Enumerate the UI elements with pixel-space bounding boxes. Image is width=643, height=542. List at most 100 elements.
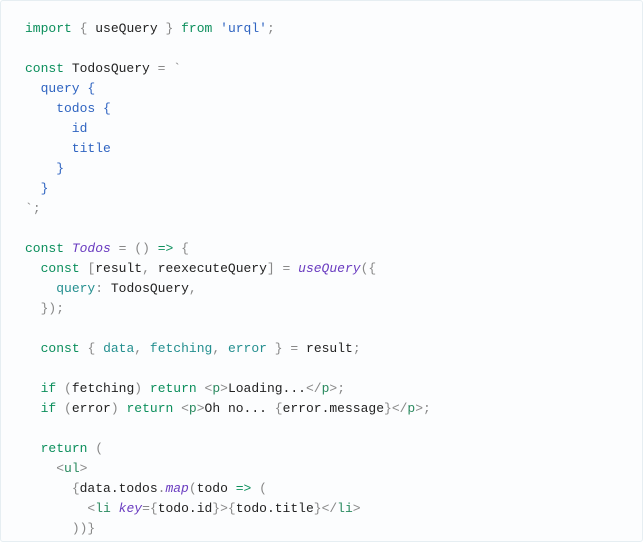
kw-const: const [25, 241, 64, 256]
kw-const: const [25, 61, 64, 76]
cond-error: error [72, 401, 111, 416]
paren-open: ( [64, 401, 72, 416]
kw-import: import [25, 21, 72, 36]
tag-p: p [189, 401, 197, 416]
brace-open: { [87, 341, 95, 356]
comma: , [189, 281, 197, 296]
comma: , [134, 341, 142, 356]
expr-error-message: error.message [283, 401, 384, 416]
angle-open: </ [392, 401, 408, 416]
tag-p: p [212, 381, 220, 396]
attr-key: key [119, 501, 142, 516]
brace-open: { [72, 481, 80, 496]
paren-open: ( [95, 441, 103, 456]
ident-useQuery: useQuery [95, 21, 157, 36]
tag-ul: ul [64, 461, 80, 476]
ident-TodosQuery: TodosQuery [111, 281, 189, 296]
tag-li: li [337, 501, 353, 516]
brace-close: } [384, 401, 392, 416]
paren-open: ( [259, 481, 267, 496]
semicolon: ; [423, 401, 431, 416]
kw-return: return [41, 441, 88, 456]
paren-open: ( [64, 381, 72, 396]
paren-open: ( [189, 481, 197, 496]
ident-data: data [103, 341, 134, 356]
brace-open: { [150, 501, 158, 516]
jsx-text: Oh no... [205, 401, 275, 416]
brace-open: { [368, 261, 376, 276]
bracket-close: ] [267, 261, 275, 276]
gql-line: } [25, 161, 64, 176]
brace-close: } [275, 341, 283, 356]
gql-line: id [25, 121, 87, 136]
angle-close: > [220, 381, 228, 396]
gql-line: } [25, 181, 48, 196]
tag-li: li [95, 501, 111, 516]
ident-fetching: fetching [150, 341, 212, 356]
brace-open: { [80, 21, 88, 36]
gql-line: query { [25, 81, 95, 96]
code-content: import { useQuery } from 'urql'; const T… [25, 19, 636, 542]
kw-const: const [41, 341, 80, 356]
gql-line: todos { [25, 101, 111, 116]
semicolon: ; [33, 201, 41, 216]
backtick: ` [25, 201, 33, 216]
angle-open: < [181, 401, 189, 416]
angle-open: </ [306, 381, 322, 396]
parens: () [134, 241, 150, 256]
ident-error: error [228, 341, 267, 356]
eq: = [142, 501, 150, 516]
brace-close: } [212, 501, 220, 516]
kw-return: return [126, 401, 173, 416]
eq: = [290, 341, 298, 356]
angle-open: </ [322, 501, 338, 516]
angle-close: > [197, 401, 205, 416]
angle-open: < [56, 461, 64, 476]
kw-if: if [41, 381, 57, 396]
fn-map: map [165, 481, 188, 496]
eq: = [119, 241, 127, 256]
arg-todo: todo [197, 481, 228, 496]
paren-close: ) [134, 381, 142, 396]
semicolon: ; [337, 381, 345, 396]
ident-result: result [95, 261, 142, 276]
angle-close: > [80, 461, 88, 476]
brace-close: } [314, 501, 322, 516]
ident-Todos: Todos [72, 241, 111, 256]
kw-from: from [181, 21, 212, 36]
cond-fetching: fetching [72, 381, 134, 396]
eq: = [283, 261, 291, 276]
kw-return: return [150, 381, 197, 396]
fn-useQuery: useQuery [298, 261, 360, 276]
semicolon: ; [56, 301, 64, 316]
expr-todo-id: todo.id [158, 501, 213, 516]
jsx-text: Loading... [228, 381, 306, 396]
semicolon: ; [353, 341, 361, 356]
brace-open: { [275, 401, 283, 416]
brace-open: { [181, 241, 189, 256]
brace-close: } [165, 21, 173, 36]
str-urql: 'urql' [220, 21, 267, 36]
angle-close: > [353, 501, 361, 516]
colon: : [95, 281, 103, 296]
semicolon: ; [267, 21, 275, 36]
comma: , [212, 341, 220, 356]
kw-const: const [41, 261, 80, 276]
backtick: ` [173, 61, 181, 76]
angle-close: > [415, 401, 423, 416]
brace-open: { [228, 501, 236, 516]
ident-result: result [306, 341, 353, 356]
code-block: import { useQuery } from 'urql'; const T… [0, 0, 643, 542]
prop-query: query [56, 281, 95, 296]
comma: , [142, 261, 150, 276]
expr-todo-title: todo.title [236, 501, 314, 516]
paren-close: ) [111, 401, 119, 416]
ident-reexecuteQuery: reexecuteQuery [158, 261, 267, 276]
expr-data-todos: data.todos [80, 481, 158, 496]
arrow: => [236, 481, 252, 496]
gql-line: title [25, 141, 111, 156]
paren-close: )) [72, 521, 88, 536]
brace-close: } [87, 521, 95, 536]
arrow: => [158, 241, 174, 256]
angle-close: > [220, 501, 228, 516]
